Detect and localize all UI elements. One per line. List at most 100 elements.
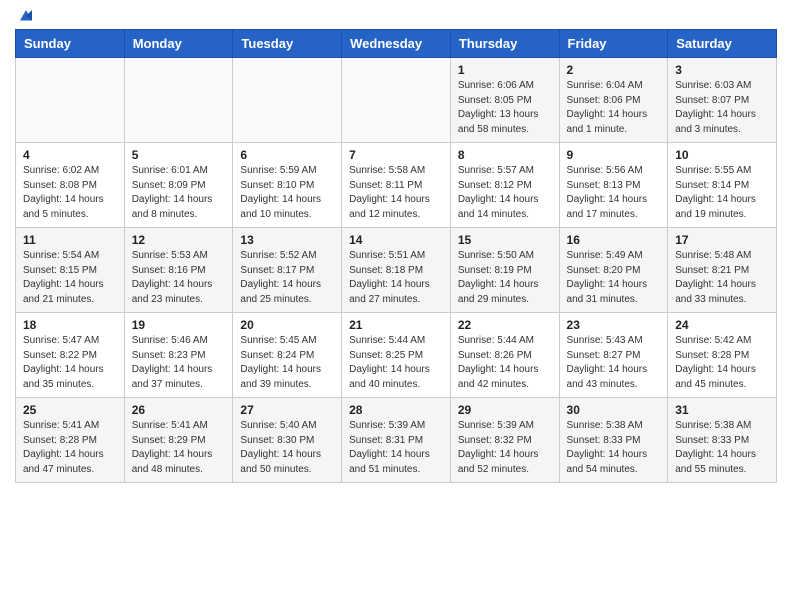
calendar-week-row: 11 Sunrise: 5:54 AM Sunset: 8:15 PM Dayli… [16, 228, 777, 313]
day-info: Sunrise: 5:57 AM Sunset: 8:12 PM Dayligh… [458, 164, 552, 222]
day-info: Sunrise: 5:38 AM Sunset: 8:33 PM Dayligh… [675, 419, 769, 477]
day-info: Sunrise: 5:51 AM Sunset: 8:18 PM Dayligh… [349, 249, 443, 307]
day-info: Sunrise: 5:49 AM Sunset: 8:20 PM Dayligh… [567, 249, 661, 307]
day-number: 26 [132, 403, 226, 417]
day-number: 16 [567, 233, 661, 247]
day-number: 29 [458, 403, 552, 417]
day-number: 14 [349, 233, 443, 247]
logo-icon [17, 7, 35, 25]
day-number: 12 [132, 233, 226, 247]
day-info: Sunrise: 5:56 AM Sunset: 8:13 PM Dayligh… [567, 164, 661, 222]
day-number: 17 [675, 233, 769, 247]
calendar-cell [124, 58, 233, 143]
calendar-cell: 26 Sunrise: 5:41 AM Sunset: 8:29 PM Dayli… [124, 398, 233, 483]
day-number: 23 [567, 318, 661, 332]
calendar-cell: 20 Sunrise: 5:45 AM Sunset: 8:24 PM Dayli… [233, 313, 342, 398]
calendar-cell: 28Sunrise: 5:39 AM Sunset: 8:31 PM Dayli… [342, 398, 451, 483]
day-info: Sunrise: 5:41 AM Sunset: 8:29 PM Dayligh… [132, 419, 226, 477]
day-number: 8 [458, 148, 552, 162]
calendar-cell: 16 Sunrise: 5:49 AM Sunset: 8:20 PM Dayli… [559, 228, 668, 313]
day-info: Sunrise: 6:01 AM Sunset: 8:09 PM Dayligh… [132, 164, 226, 222]
day-number: 5 [132, 148, 226, 162]
day-info: Sunrise: 5:50 AM Sunset: 8:19 PM Dayligh… [458, 249, 552, 307]
weekday-header-thursday: Thursday [450, 30, 559, 58]
calendar-cell: 25 Sunrise: 5:41 AM Sunset: 8:28 PM Dayli… [16, 398, 125, 483]
weekday-header-friday: Friday [559, 30, 668, 58]
day-info: Sunrise: 5:54 AM Sunset: 8:15 PM Dayligh… [23, 249, 117, 307]
day-number: 20 [240, 318, 334, 332]
calendar-cell: 14 Sunrise: 5:51 AM Sunset: 8:18 PM Dayli… [342, 228, 451, 313]
calendar-cell: 22Sunrise: 5:44 AM Sunset: 8:26 PM Dayli… [450, 313, 559, 398]
day-info: Sunrise: 5:40 AM Sunset: 8:30 PM Dayligh… [240, 419, 334, 477]
day-number: 1 [458, 63, 552, 77]
calendar-table: SundayMondayTuesdayWednesdayThursdayFrid… [15, 29, 777, 483]
calendar-cell: 24 Sunrise: 5:42 AM Sunset: 8:28 PM Dayli… [668, 313, 777, 398]
day-number: 6 [240, 148, 334, 162]
day-info: Sunrise: 5:39 AM Sunset: 8:32 PM Dayligh… [458, 419, 552, 477]
calendar-cell [16, 58, 125, 143]
calendar-cell: 17Sunrise: 5:48 AM Sunset: 8:21 PM Dayli… [668, 228, 777, 313]
day-info: Sunrise: 6:04 AM Sunset: 8:06 PM Dayligh… [567, 79, 661, 137]
weekday-header-sunday: Sunday [16, 30, 125, 58]
day-number: 7 [349, 148, 443, 162]
day-info: Sunrise: 6:06 AM Sunset: 8:05 PM Dayligh… [458, 79, 552, 137]
day-info: Sunrise: 5:44 AM Sunset: 8:25 PM Dayligh… [349, 334, 443, 392]
day-number: 21 [349, 318, 443, 332]
day-number: 4 [23, 148, 117, 162]
calendar-cell: 11 Sunrise: 5:54 AM Sunset: 8:15 PM Dayli… [16, 228, 125, 313]
day-number: 9 [567, 148, 661, 162]
calendar-cell: 18Sunrise: 5:47 AM Sunset: 8:22 PM Dayli… [16, 313, 125, 398]
calendar-cell: 4 Sunrise: 6:02 AM Sunset: 8:08 PM Daylig… [16, 143, 125, 228]
day-info: Sunrise: 5:41 AM Sunset: 8:28 PM Dayligh… [23, 419, 117, 477]
calendar-header-row: SundayMondayTuesdayWednesdayThursdayFrid… [16, 30, 777, 58]
calendar-cell: 21 Sunrise: 5:44 AM Sunset: 8:25 PM Dayli… [342, 313, 451, 398]
calendar-cell: 12 Sunrise: 5:53 AM Sunset: 8:16 PM Dayli… [124, 228, 233, 313]
calendar-cell: 31 Sunrise: 5:38 AM Sunset: 8:33 PM Dayli… [668, 398, 777, 483]
day-info: Sunrise: 5:45 AM Sunset: 8:24 PM Dayligh… [240, 334, 334, 392]
day-number: 11 [23, 233, 117, 247]
calendar-cell: 15 Sunrise: 5:50 AM Sunset: 8:19 PM Dayli… [450, 228, 559, 313]
day-info: Sunrise: 5:46 AM Sunset: 8:23 PM Dayligh… [132, 334, 226, 392]
day-number: 10 [675, 148, 769, 162]
day-info: Sunrise: 5:47 AM Sunset: 8:22 PM Dayligh… [23, 334, 117, 392]
day-info: Sunrise: 5:58 AM Sunset: 8:11 PM Dayligh… [349, 164, 443, 222]
day-number: 22 [458, 318, 552, 332]
calendar-cell [342, 58, 451, 143]
calendar-week-row: 18Sunrise: 5:47 AM Sunset: 8:22 PM Dayli… [16, 313, 777, 398]
weekday-header-tuesday: Tuesday [233, 30, 342, 58]
calendar-cell: 9 Sunrise: 5:56 AM Sunset: 8:13 PM Daylig… [559, 143, 668, 228]
weekday-header-wednesday: Wednesday [342, 30, 451, 58]
page-header [15, 15, 777, 19]
day-info: Sunrise: 5:52 AM Sunset: 8:17 PM Dayligh… [240, 249, 334, 307]
day-number: 19 [132, 318, 226, 332]
day-number: 31 [675, 403, 769, 417]
calendar-cell: 27 Sunrise: 5:40 AM Sunset: 8:30 PM Dayli… [233, 398, 342, 483]
calendar-cell [233, 58, 342, 143]
calendar-cell: 30 Sunrise: 5:38 AM Sunset: 8:33 PM Dayli… [559, 398, 668, 483]
weekday-header-saturday: Saturday [668, 30, 777, 58]
calendar-cell: 8 Sunrise: 5:57 AM Sunset: 8:12 PM Daylig… [450, 143, 559, 228]
day-info: Sunrise: 6:02 AM Sunset: 8:08 PM Dayligh… [23, 164, 117, 222]
calendar-cell: 5 Sunrise: 6:01 AM Sunset: 8:09 PM Daylig… [124, 143, 233, 228]
calendar-cell: 10Sunrise: 5:55 AM Sunset: 8:14 PM Dayli… [668, 143, 777, 228]
calendar-cell: 13Sunrise: 5:52 AM Sunset: 8:17 PM Dayli… [233, 228, 342, 313]
day-number: 25 [23, 403, 117, 417]
calendar-cell: 2 Sunrise: 6:04 AM Sunset: 8:06 PM Daylig… [559, 58, 668, 143]
logo [15, 15, 35, 19]
day-info: Sunrise: 5:43 AM Sunset: 8:27 PM Dayligh… [567, 334, 661, 392]
day-info: Sunrise: 5:39 AM Sunset: 8:31 PM Dayligh… [349, 419, 443, 477]
calendar-cell: 6 Sunrise: 5:59 AM Sunset: 8:10 PM Daylig… [233, 143, 342, 228]
day-info: Sunrise: 5:42 AM Sunset: 8:28 PM Dayligh… [675, 334, 769, 392]
day-info: Sunrise: 5:59 AM Sunset: 8:10 PM Dayligh… [240, 164, 334, 222]
calendar-cell: 23 Sunrise: 5:43 AM Sunset: 8:27 PM Dayli… [559, 313, 668, 398]
day-info: Sunrise: 6:03 AM Sunset: 8:07 PM Dayligh… [675, 79, 769, 137]
day-number: 2 [567, 63, 661, 77]
day-number: 15 [458, 233, 552, 247]
day-number: 27 [240, 403, 334, 417]
calendar-cell: 29 Sunrise: 5:39 AM Sunset: 8:32 PM Dayli… [450, 398, 559, 483]
day-number: 30 [567, 403, 661, 417]
day-number: 24 [675, 318, 769, 332]
day-info: Sunrise: 5:53 AM Sunset: 8:16 PM Dayligh… [132, 249, 226, 307]
calendar-week-row: 4 Sunrise: 6:02 AM Sunset: 8:08 PM Daylig… [16, 143, 777, 228]
day-info: Sunrise: 5:38 AM Sunset: 8:33 PM Dayligh… [567, 419, 661, 477]
